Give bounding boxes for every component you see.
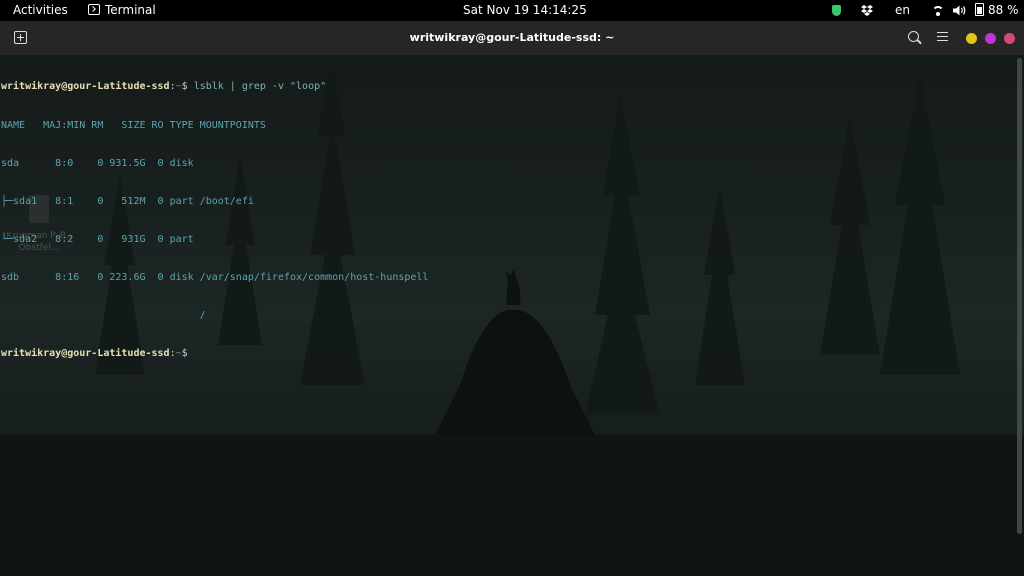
command-line: writwikray@gour-Latitude-ssd:~$ lsblk | … xyxy=(1,81,428,94)
scrollbar[interactable] xyxy=(1017,58,1022,534)
app-menu-terminal[interactable]: Terminal xyxy=(88,0,156,21)
prompt-symbol: $ xyxy=(181,81,194,93)
terminal-output[interactable]: writwikray@gour-Latitude-ssd:~$ lsblk | … xyxy=(1,56,428,386)
output-line: / xyxy=(1,309,206,321)
volume-icon[interactable] xyxy=(953,0,966,21)
maximize-button[interactable] xyxy=(985,33,996,44)
output-line: NAME MAJ:MIN RM SIZE RO TYPE MOUNTPOINTS xyxy=(1,119,266,131)
command-text: lsblk | grep -v "loop" xyxy=(193,81,327,93)
activities-button[interactable]: Activities xyxy=(13,0,68,21)
terminal-icon xyxy=(88,4,100,15)
output-line: sda 8:0 0 931.5G 0 disk xyxy=(1,157,194,169)
language-indicator[interactable]: en xyxy=(895,0,910,21)
battery-percent: 88 % xyxy=(988,3,1019,17)
dropbox-icon[interactable] xyxy=(861,0,873,21)
wifi-icon[interactable] xyxy=(932,0,944,21)
shield-icon[interactable] xyxy=(832,0,841,21)
prompt-user: writwikray@gour-Latitude-ssd xyxy=(1,348,170,360)
top-bar: Activities Terminal Sat Nov 19 14:14:25 … xyxy=(0,0,1024,21)
terminal-title-bar[interactable]: writwikray@gour-Latitude-ssd: ~ xyxy=(0,21,1024,55)
prompt-symbol: $ xyxy=(181,348,194,360)
prompt-user: writwikray@gour-Latitude-ssd xyxy=(1,81,170,93)
close-button[interactable] xyxy=(1004,33,1015,44)
battery-indicator[interactable]: 88 % xyxy=(975,0,1019,21)
command-line: writwikray@gour-Latitude-ssd:~$ xyxy=(1,348,428,361)
app-menu-label: Terminal xyxy=(105,3,156,17)
output-line: sdb 8:16 0 223.6G 0 disk /var/snap/firef… xyxy=(1,271,429,283)
terminal-area[interactable]: Krugman P. R., Obstfel... writwikray@gou… xyxy=(0,55,1024,576)
minimize-button[interactable] xyxy=(966,33,977,44)
clock[interactable]: Sat Nov 19 14:14:25 xyxy=(463,0,587,21)
battery-icon xyxy=(975,3,984,16)
output-line: ├─sda1 8:1 0 512M 0 part /boot/efi xyxy=(1,195,254,207)
search-icon[interactable] xyxy=(908,31,919,42)
window-title: writwikray@gour-Latitude-ssd: ~ xyxy=(409,31,615,44)
output-line: └─sda2 8:2 0 931G 0 part xyxy=(1,233,194,245)
hamburger-menu-icon[interactable] xyxy=(937,32,948,41)
